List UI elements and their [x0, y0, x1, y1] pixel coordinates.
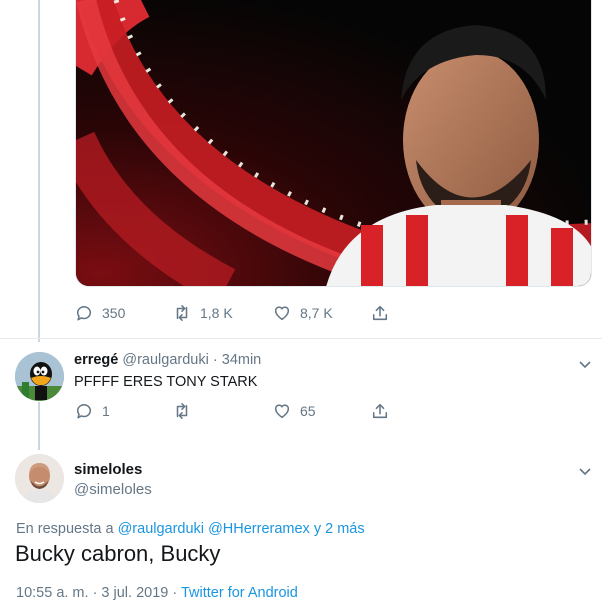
reply-tweet-text: PFFFF ERES TONY STARK — [74, 374, 258, 390]
daffy-duck-avatar-icon — [15, 352, 64, 401]
like-count: 8,7 K — [300, 305, 333, 321]
heart-icon — [274, 404, 290, 419]
thread-line-top — [38, 0, 40, 342]
reply-more-link[interactable]: y 2 más — [314, 521, 365, 537]
retweet-icon — [176, 305, 188, 321]
reply-more-chevron[interactable] — [578, 356, 592, 369]
separator-dot: · — [212, 352, 218, 368]
reply-count: 350 — [102, 305, 126, 321]
retweet-icon — [176, 403, 188, 419]
reply-user-link-1[interactable]: @raulgarduki — [118, 521, 204, 537]
chevron-down-icon — [579, 468, 591, 476]
retweet-action[interactable]: 1,8 K — [173, 303, 233, 323]
divider — [0, 338, 602, 339]
share-action-2[interactable] — [371, 401, 389, 421]
chevron-down-icon — [579, 361, 591, 369]
share-icon — [372, 305, 388, 321]
main-more-chevron[interactable] — [578, 463, 592, 476]
tweet-timestamp[interactable]: 10:55 a. m. · 3 jul. 2019 · — [16, 585, 177, 601]
share-action[interactable] — [371, 303, 389, 323]
thread-line-middle — [38, 402, 40, 450]
avatar-simeloles[interactable] — [15, 454, 64, 503]
reply-prefix: En respuesta a — [16, 521, 114, 537]
reply-action-2[interactable]: 1 — [75, 401, 110, 421]
reply-icon — [76, 306, 92, 321]
main-handle[interactable]: @simeloles — [74, 481, 152, 498]
reply-tweet-header: erregé @raulgarduki · 34min — [74, 352, 261, 368]
like-count: 65 — [300, 403, 316, 419]
person-avatar-icon — [15, 454, 64, 503]
tweet-source-link[interactable]: Twitter for Android — [181, 585, 298, 601]
replying-to-line: En respuesta a @raulgarduki @HHerreramex… — [16, 521, 365, 537]
tweet-media-image[interactable] — [75, 0, 592, 287]
reply-handle[interactable]: @raulgarduki — [122, 352, 208, 368]
main-tweet-text: Bucky cabron, Bucky — [15, 541, 221, 566]
heart-icon — [274, 306, 290, 321]
main-display-name[interactable]: simeloles — [74, 461, 142, 478]
share-icon — [372, 403, 388, 419]
retweet-count: 1,8 K — [200, 305, 233, 321]
reply-icon — [76, 404, 92, 419]
reply-count: 1 — [102, 403, 110, 419]
retweet-action-2[interactable] — [173, 401, 200, 421]
like-action-2[interactable]: 65 — [273, 401, 316, 421]
reply-user-link-2[interactable]: @HHerreramex — [208, 521, 310, 537]
reply-action[interactable]: 350 — [75, 303, 125, 323]
reply-display-name[interactable]: erregé — [74, 352, 118, 368]
tweet-metadata: 10:55 a. m. · 3 jul. 2019 · Twitter for … — [16, 585, 298, 601]
avatar-erregé[interactable] — [15, 352, 64, 401]
reply-time[interactable]: 34min — [222, 352, 262, 368]
like-action[interactable]: 8,7 K — [273, 303, 333, 323]
photo-player-stadium-icon — [76, 0, 591, 286]
